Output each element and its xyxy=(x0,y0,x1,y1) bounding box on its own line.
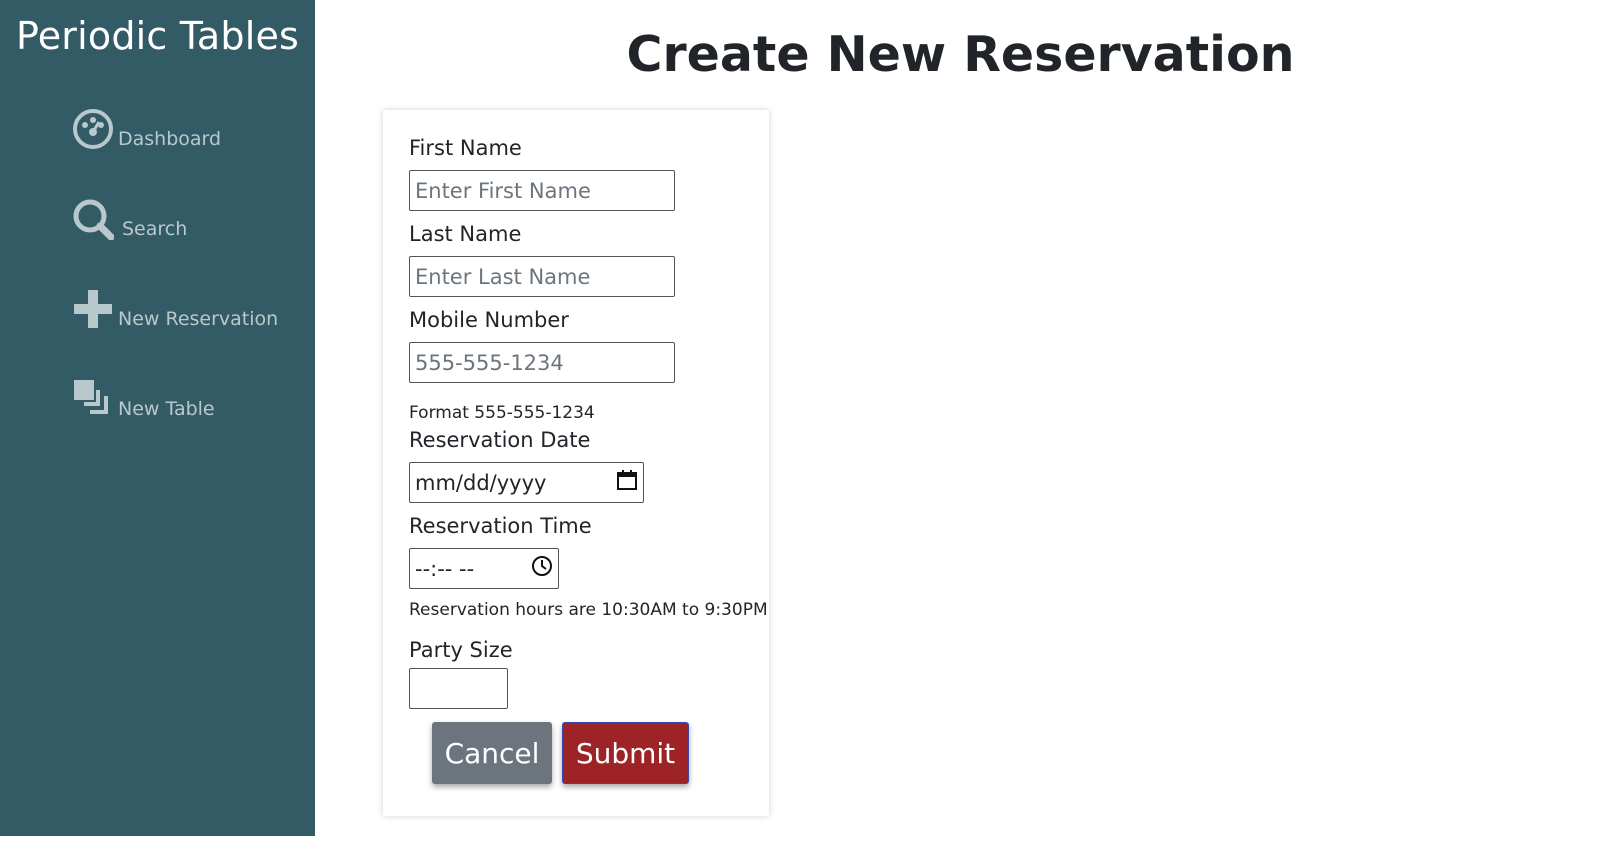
clock-icon[interactable] xyxy=(531,555,553,582)
page-title: Create New Reservation xyxy=(626,26,1295,83)
last-name-input[interactable] xyxy=(409,256,675,297)
sidebar-item-label: New Reservation xyxy=(118,308,279,330)
calendar-icon[interactable] xyxy=(616,469,638,496)
cancel-button[interactable]: Cancel xyxy=(432,722,552,784)
party-size-input[interactable] xyxy=(409,668,508,709)
reservation-form: First Name Last Name Mobile Number Forma… xyxy=(383,110,769,816)
last-name-label: Last Name xyxy=(409,222,522,246)
time-placeholder: --:-- -- xyxy=(415,556,475,581)
sidebar-item-label: New Table xyxy=(118,398,215,420)
sidebar-item-label: Dashboard xyxy=(118,128,222,150)
dashboard-icon xyxy=(72,108,114,150)
reservation-hours-hint: Reservation hours are 10:30AM to 9:30PM xyxy=(409,600,768,620)
reservation-time-label: Reservation Time xyxy=(409,514,592,538)
search-icon xyxy=(72,198,114,240)
sidebar-item-new-table[interactable]: New Table xyxy=(72,378,215,420)
mobile-number-input[interactable] xyxy=(409,342,675,383)
sidebar: Periodic Tables Dashboard Search New Res… xyxy=(0,0,315,836)
sidebar-item-dashboard[interactable]: Dashboard xyxy=(72,108,221,150)
reservation-time-input[interactable]: --:-- -- xyxy=(409,548,559,589)
sidebar-item-search[interactable]: Search xyxy=(72,198,187,240)
reservation-date-input[interactable]: mm/dd/yyyy xyxy=(409,462,644,503)
date-placeholder: mm/dd/yyyy xyxy=(415,470,547,495)
plus-icon xyxy=(72,288,114,330)
layers-icon xyxy=(72,378,114,420)
sidebar-item-new-reservation[interactable]: New Reservation xyxy=(72,288,278,330)
brand-title[interactable]: Periodic Tables xyxy=(0,14,315,58)
first-name-label: First Name xyxy=(409,136,522,160)
mobile-format-hint: Format 555-555-1234 xyxy=(409,403,595,423)
reservation-date-label: Reservation Date xyxy=(409,428,591,452)
sidebar-item-label: Search xyxy=(122,218,188,240)
mobile-number-label: Mobile Number xyxy=(409,308,569,332)
party-size-label: Party Size xyxy=(409,638,513,662)
first-name-input[interactable] xyxy=(409,170,675,211)
submit-button[interactable]: Submit xyxy=(562,722,689,784)
